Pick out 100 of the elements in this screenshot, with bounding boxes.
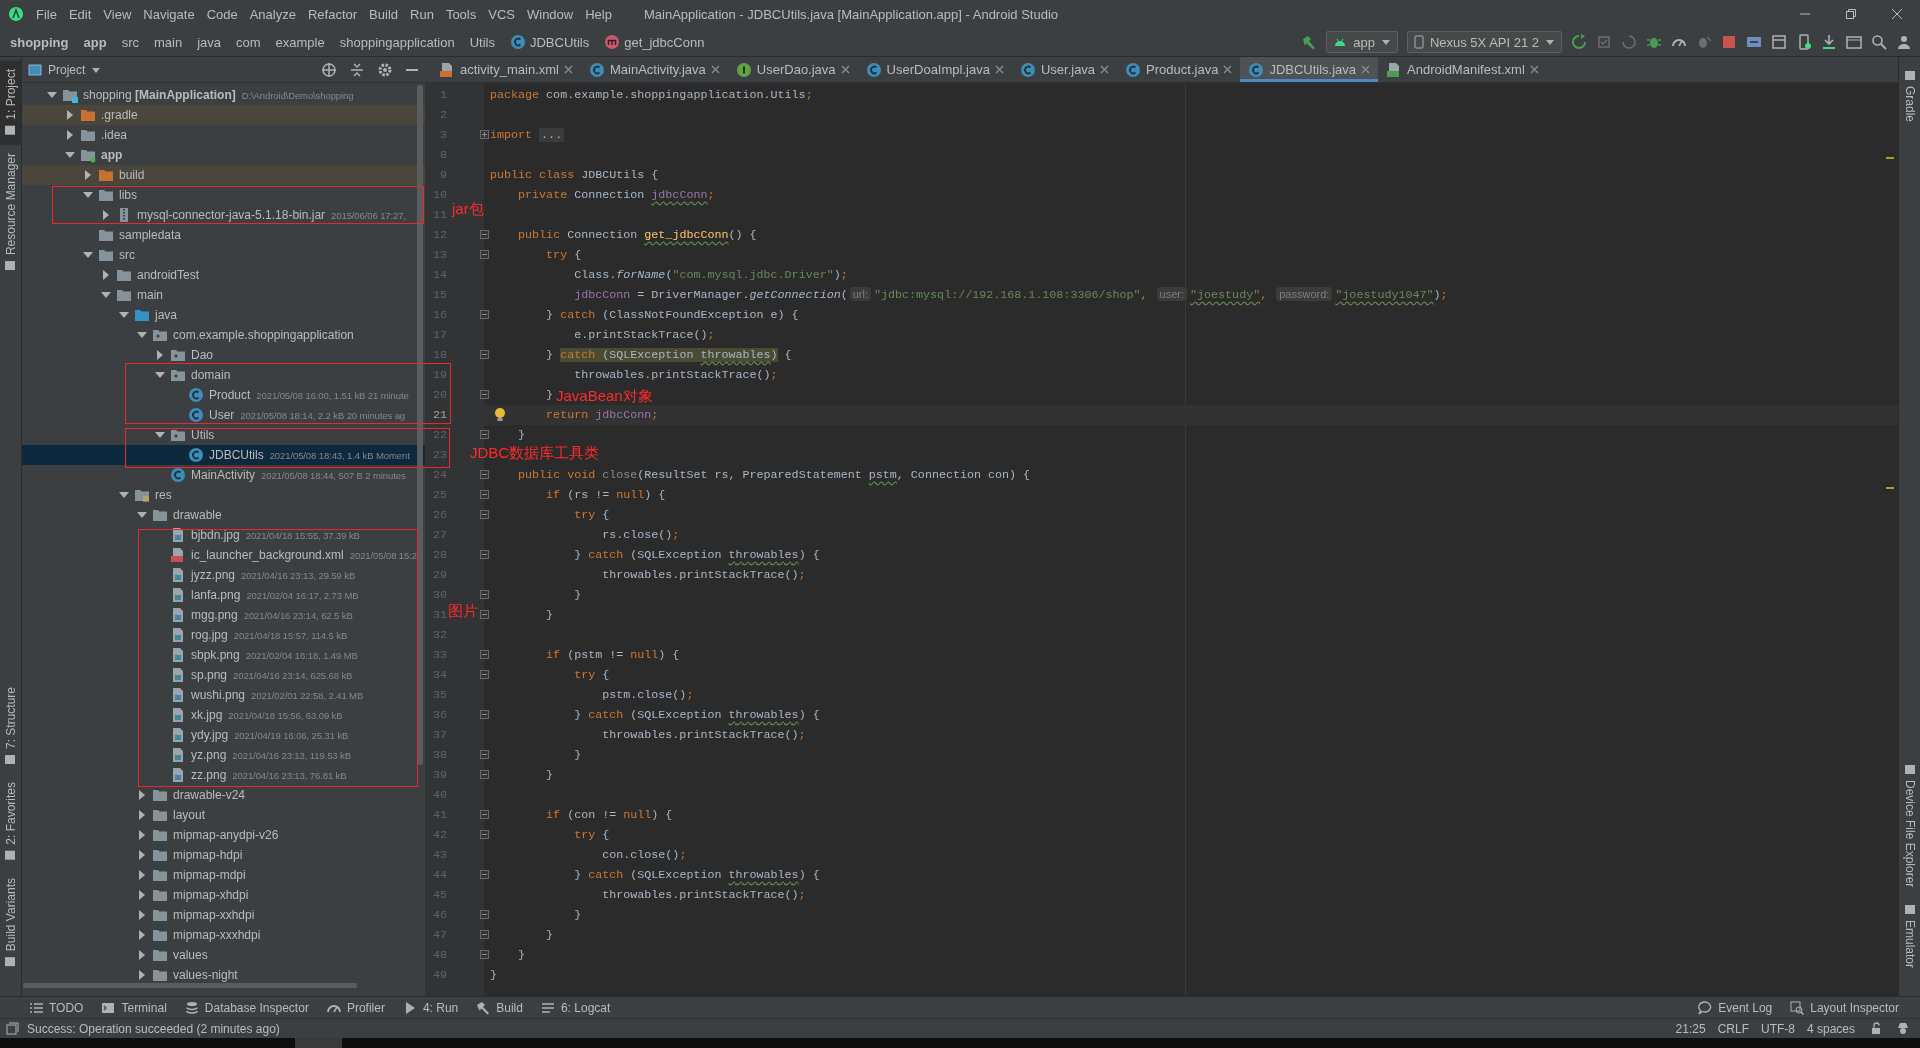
tree-item-label[interactable]: rog.jpg — [191, 628, 228, 642]
tree-row[interactable]: lanfa.png 2021/02/04 16:17, 2.73 MB — [22, 585, 425, 605]
tree-arrow-icon[interactable] — [83, 170, 93, 180]
tree-item-label[interactable]: wushi.png — [191, 688, 246, 702]
tree-item-label[interactable]: User — [209, 408, 235, 422]
tree-arrow-icon[interactable] — [137, 890, 147, 900]
caret-position[interactable]: 21:25 — [1669, 1021, 1712, 1036]
tree-row[interactable]: app — [22, 145, 425, 165]
tree-row[interactable]: MainActivity 2021/05/08 18:44, 507 B 2 minutes — [22, 465, 425, 485]
tree-row[interactable]: drawable-v24 — [22, 785, 425, 805]
tree-item-label[interactable]: shopping [MainApplication] — [83, 88, 236, 102]
tree-row[interactable]: build — [22, 165, 425, 185]
breadcrumb-item[interactable]: com — [236, 34, 261, 50]
tree-item-label[interactable]: res — [155, 488, 172, 502]
tree-row[interactable]: mipmap-anydpi-v26 — [22, 825, 425, 845]
breadcrumb-item[interactable]: app — [83, 34, 107, 50]
tree-item-label[interactable]: mgg.png — [191, 608, 238, 622]
fold-icon[interactable] — [480, 950, 489, 959]
close-icon[interactable] — [1100, 65, 1110, 74]
tree-item-label[interactable]: java — [155, 308, 177, 322]
hammer-icon[interactable] — [1301, 34, 1318, 50]
tool-window-button[interactable]: Build — [467, 1000, 532, 1015]
tree-row[interactable]: jyzz.png 2021/04/16 23:13, 29.59 kB — [22, 565, 425, 585]
tree-arrow-icon[interactable] — [101, 270, 111, 280]
tree-item-label[interactable]: values-night — [173, 968, 238, 982]
tree-row[interactable]: .idea — [22, 125, 425, 145]
tool-window-button[interactable]: Terminal — [92, 1000, 176, 1015]
tree-item-label[interactable]: sbpk.png — [191, 648, 240, 662]
tree-arrow-icon[interactable] — [137, 830, 147, 840]
fold-icon[interactable] — [480, 510, 489, 519]
editor-tab[interactable]: activity_main.xml — [431, 57, 581, 82]
tree-row[interactable]: User 2021/05/08 18:14, 2.2 kB 20 minutes ag — [22, 405, 425, 425]
inspector-hat-icon[interactable] — [1896, 1022, 1910, 1035]
settings-icon[interactable] — [377, 61, 393, 78]
tree-item-label[interactable]: app — [101, 148, 123, 162]
tree-row[interactable]: libs — [22, 185, 425, 205]
close-icon[interactable] — [1361, 65, 1371, 74]
tree-row[interactable]: layout — [22, 805, 425, 825]
tree-item-label[interactable]: .idea — [101, 128, 128, 142]
editor-tab[interactable]: MainActivity.java — [580, 57, 728, 82]
tree-row[interactable]: values-night — [22, 965, 425, 985]
tool-window-tab[interactable]: Gradle — [1899, 61, 1920, 131]
panel-toggle-icon[interactable] — [6, 1022, 19, 1035]
rerun-icon[interactable] — [1571, 34, 1587, 50]
tree-item-label[interactable]: values — [173, 948, 208, 962]
tree-row[interactable]: mysql-connector-java-5.1.18-bin.jar 2015/06/06 17:27, — [22, 205, 425, 225]
caret-icon[interactable] — [91, 65, 102, 74]
avd-manager-icon[interactable] — [1796, 34, 1812, 50]
editor-tab[interactable]: JDBCUtils.java — [1240, 57, 1379, 82]
tree-arrow-icon[interactable] — [137, 870, 147, 880]
device-dropdown[interactable]: Nexus 5X API 21 2 — [1406, 31, 1562, 53]
fold-icon[interactable] — [480, 710, 489, 719]
tree-arrow-icon[interactable] — [137, 790, 147, 800]
tool-window-tab[interactable]: Device File Explorer — [1899, 754, 1920, 895]
tree-row[interactable]: mipmap-hdpi — [22, 845, 425, 865]
tool-window-button[interactable]: 6: Logcat — [531, 1000, 620, 1015]
close-icon[interactable] — [1223, 65, 1233, 74]
breadcrumb-item[interactable]: JDBCUtils — [529, 34, 590, 50]
tree-item-label[interactable]: domain — [191, 368, 231, 382]
tree-item-label[interactable]: jyzz.png — [191, 568, 236, 582]
fold-icon[interactable] — [480, 770, 489, 779]
tree-item-label[interactable]: androidTest — [137, 268, 200, 282]
run-configuration-dropdown[interactable]: app — [1326, 31, 1398, 53]
assistant-icon[interactable] — [1896, 34, 1912, 50]
tree-arrow-icon[interactable] — [119, 490, 129, 500]
line-separator[interactable]: CRLF — [1711, 1021, 1755, 1036]
tree-row[interactable]: res — [22, 485, 425, 505]
fold-icon[interactable] — [480, 910, 489, 919]
close-icon[interactable] — [840, 65, 850, 74]
close-icon[interactable] — [1529, 65, 1539, 74]
tree-row[interactable]: com.example.shoppingapplication — [22, 325, 425, 345]
tree-item-label[interactable]: ic_launcher_background.xml — [191, 548, 344, 562]
tree-arrow-icon[interactable] — [65, 150, 75, 160]
tree-item-label[interactable]: src — [119, 248, 135, 262]
tree-arrow-icon[interactable] — [137, 810, 147, 820]
panel-title[interactable]: Project — [48, 62, 86, 77]
tree-row[interactable]: shopping [MainApplication] D:\Android\Demo\shopping — [22, 85, 425, 105]
tree-row[interactable]: ic_launcher_background.xml 2021/05/08 15:2 — [22, 545, 425, 565]
tree-row[interactable]: ydy.jpg 2021/04/19 16:06, 25.31 kB — [22, 725, 425, 745]
tree-row[interactable]: sp.png 2021/04/16 23:14, 625.68 kB — [22, 665, 425, 685]
menu-item[interactable]: Tools — [439, 6, 483, 22]
tree-item-label[interactable]: mysql-connector-java-5.1.18-bin.jar — [137, 208, 326, 222]
tool-window-button[interactable]: Layout Inspector — [1781, 1000, 1908, 1015]
tool-window-tab[interactable]: 7: Structure — [0, 679, 21, 775]
tree-item-label[interactable]: mipmap-anydpi-v26 — [173, 828, 279, 842]
tree-arrow-icon[interactable] — [83, 190, 93, 200]
scrollbar-thumb[interactable] — [23, 983, 357, 988]
tool-window-tab[interactable]: Build Variants — [0, 869, 21, 976]
collapse-all-icon[interactable] — [349, 61, 365, 78]
menu-item[interactable]: Analyze — [243, 6, 302, 22]
breadcrumb-item[interactable]: java — [197, 34, 221, 50]
tool-window-button[interactable]: TODO — [20, 1000, 93, 1015]
tree-row[interactable]: main — [22, 285, 425, 305]
tree-row[interactable]: mipmap-mdpi — [22, 865, 425, 885]
menu-item[interactable]: Window — [520, 6, 580, 22]
tree-row[interactable]: .gradle — [22, 105, 425, 125]
tool-window-tab[interactable]: 2: Favorites — [0, 774, 21, 870]
tree-item-label[interactable]: lanfa.png — [191, 588, 241, 602]
tree-item-label[interactable]: xk.jpg — [191, 708, 223, 722]
fold-icon[interactable] — [480, 550, 489, 559]
